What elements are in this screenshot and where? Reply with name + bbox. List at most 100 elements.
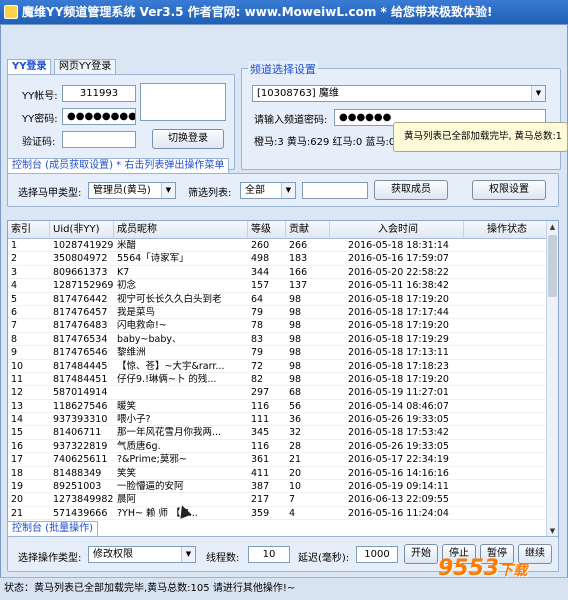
cell-uid: 118627546 <box>53 400 108 412</box>
cell-status <box>464 333 548 346</box>
chevron-down-icon[interactable]: ▼ <box>281 183 295 198</box>
cell-join-time: 2016-05-18 17:19:20 <box>348 373 449 385</box>
cell-status <box>464 360 548 373</box>
delay-input[interactable]: 1000 <box>356 546 398 563</box>
cell-index: 8 <box>11 333 18 345</box>
table-row[interactable]: 18 81488349 笑笑 411 20 2016-05-16 14:16:16 <box>8 467 548 481</box>
cell-contribution: 183 <box>289 253 308 265</box>
horse-type-select[interactable]: 管理员(黄马) ▼ <box>88 182 176 199</box>
table-row[interactable]: 11 817484451 仔仔9.!琳俩~卜 的残... 82 98 2016-05-18… <box>8 373 548 387</box>
cell-contribution: 56 <box>289 400 302 412</box>
table-row[interactable]: 19 89251003 一脸懵逼的安阿 387 10 2016-05-19 09:14:1… <box>8 480 548 494</box>
cell-nickname: 黎维洲 <box>117 347 146 359</box>
cell-status <box>464 453 548 466</box>
cell-status <box>464 279 548 292</box>
cell-contribution: 98 <box>289 347 302 359</box>
cell-level: 297 <box>251 387 270 399</box>
permission-settings-button[interactable]: 权限设置 <box>472 180 546 200</box>
cell-nickname: 仔仔9.!琳俩~卜 的残... <box>117 373 217 385</box>
cell-join-time: 2016-05-18 17:19:20 <box>348 293 449 305</box>
tab-control-batch[interactable]: 控制台 (批量操作) <box>7 521 98 537</box>
table-row[interactable]: 15 81406711 那一年风花雪月你我两... 345 32 2016-05-18 1… <box>8 426 548 440</box>
cell-level: 83 <box>251 333 264 345</box>
cell-join-time: 2016-05-18 17:13:11 <box>348 347 449 359</box>
table-row[interactable]: 21 571439666 ?YH~ 赖 师 【M... 359 4 2016-05-16 … <box>8 507 548 521</box>
filter-select[interactable]: 全部 ▼ <box>240 182 296 199</box>
threads-label: 线程数: <box>206 553 240 564</box>
cell-status <box>464 293 548 306</box>
col-level[interactable]: 等级 <box>248 221 286 239</box>
scroll-thumb[interactable] <box>548 235 557 297</box>
col-status[interactable]: 操作状态 <box>464 221 548 239</box>
col-uid[interactable]: Uid(非YY) <box>50 221 114 239</box>
cell-contribution: 98 <box>289 320 302 332</box>
password-input[interactable]: ●●●●●●●● <box>62 108 136 125</box>
cell-join-time: 2016-05-17 22:34:19 <box>348 454 449 466</box>
switch-login-button[interactable]: 切换登录 <box>152 129 224 149</box>
cell-status <box>464 426 548 439</box>
col-index[interactable]: 索引 <box>8 221 50 239</box>
cell-index: 21 <box>11 507 24 519</box>
start-button[interactable]: 开始 <box>404 544 438 564</box>
cell-contribution: 28 <box>289 440 302 452</box>
operation-type-select[interactable]: 修改权限 ▼ <box>88 546 196 563</box>
cell-level: 111 <box>251 414 270 426</box>
cell-level: 116 <box>251 440 270 452</box>
cell-level: 217 <box>251 494 270 506</box>
cell-contribution: 98 <box>289 360 302 372</box>
table-scrollbar[interactable]: ▲ ▼ <box>546 221 558 537</box>
table-row[interactable]: 12 587014914 297 68 2016-05-19 11:27:01 <box>8 386 548 400</box>
tab-control-fetch[interactable]: 控制台 (成员获取设置) * 右击列表弹出操作菜单 <box>7 158 230 174</box>
cell-index: 19 <box>11 481 24 493</box>
col-join-time[interactable]: 入会时间 <box>330 221 464 239</box>
tab-web-yy-login[interactable]: 网页YY登录 <box>54 59 117 75</box>
operation-type-label: 选择操作类型: <box>18 553 82 564</box>
table-row[interactable]: 7 817476483 闪电救命!~ 78 98 2016-05-18 17:19:20 <box>8 319 548 333</box>
table-row[interactable]: 10 817484445 【惊、苍】~大宇&rarr... 72 98 2016-05-1… <box>8 360 548 373</box>
threads-input[interactable]: 10 <box>248 546 290 563</box>
filter-input[interactable] <box>302 182 368 199</box>
cell-contribution: 7 <box>289 494 296 506</box>
account-input[interactable]: 311993 <box>62 85 136 102</box>
table-row[interactable]: 17 740625611 ?&Prime;莫邪~ 361 21 2016-05-17 22… <box>8 453 548 467</box>
table-row[interactable]: 4 1287152969 初念 157 137 2016-05-11 16:38:42 <box>8 279 548 293</box>
cell-join-time: 2016-05-14 08:46:07 <box>348 400 449 412</box>
cell-uid: 817476534 <box>53 333 108 345</box>
scroll-up-icon[interactable]: ▲ <box>547 221 558 233</box>
chevron-down-icon[interactable]: ▼ <box>531 86 545 101</box>
tab-yy-login[interactable]: YY登录 <box>7 59 52 75</box>
cell-status <box>464 507 548 520</box>
table-row[interactable]: 3 809661373 K7 344 166 2016-05-20 22:58:22 <box>8 266 548 280</box>
cell-nickname: 笑笑 <box>117 467 137 479</box>
table-row[interactable]: 5 817476442 视宁可长长久久白头到老 64 98 2016-05-18 17:1… <box>8 293 548 306</box>
cell-index: 1 <box>11 240 18 251</box>
table-row[interactable]: 2 350804972 5564「诗家军」 498 183 2016-05-16 17:5… <box>8 252 548 266</box>
captcha-input[interactable] <box>62 131 136 148</box>
cell-nickname: 喂小子? <box>117 414 151 426</box>
table-row[interactable]: 14 937393310 喂小子? 111 36 2016-05-26 19:33:05 <box>8 413 548 427</box>
col-contribution[interactable]: 贡献 <box>286 221 330 239</box>
chevron-down-icon[interactable]: ▼ <box>161 183 175 198</box>
filter-value: 全部 <box>245 185 265 196</box>
table-row[interactable]: 9 817476546 黎维洲 79 98 2016-05-18 17:13:11 <box>8 346 548 360</box>
cell-status <box>464 239 548 252</box>
cell-uid: 350804972 <box>53 253 108 265</box>
table-row[interactable]: 20 1273849982 晨阿 217 7 2016-06-13 22:09:55 <box>8 493 548 507</box>
table-row[interactable]: 1 1028741929 米醋 260 266 2016-05-18 18:31:14 <box>8 239 548 253</box>
table-row[interactable]: 6 817476457 我是菜鸟 79 98 2016-05-18 17:17:44 <box>8 306 548 320</box>
cell-contribution: 10 <box>289 481 302 493</box>
fetch-members-button[interactable]: 获取成员 <box>374 180 448 200</box>
col-nickname[interactable]: 成员昵称 <box>114 221 248 239</box>
cell-uid: 817484451 <box>53 373 108 385</box>
table-row[interactable]: 13 118627546 暖笑 116 56 2016-05-14 08:46:07 <box>8 400 548 414</box>
captcha-image[interactable] <box>140 83 226 121</box>
table-row[interactable]: 8 817476534 baby~baby、 83 98 2016-05-18 17:19… <box>8 333 548 347</box>
chevron-down-icon[interactable]: ▼ <box>181 547 195 562</box>
table-row[interactable]: 16 937322819 气质唐6g. 116 28 2016-05-26 19:33:0… <box>8 440 548 454</box>
cell-index: 10 <box>11 360 24 372</box>
channel-select[interactable]: [10308763] 魔维 ▼ <box>252 85 546 102</box>
cell-level: 79 <box>251 347 264 359</box>
cell-join-time: 2016-05-11 16:38:42 <box>348 280 449 292</box>
cell-contribution: 36 <box>289 414 302 426</box>
channel-password-label: 请输入频道密码: <box>254 115 328 126</box>
